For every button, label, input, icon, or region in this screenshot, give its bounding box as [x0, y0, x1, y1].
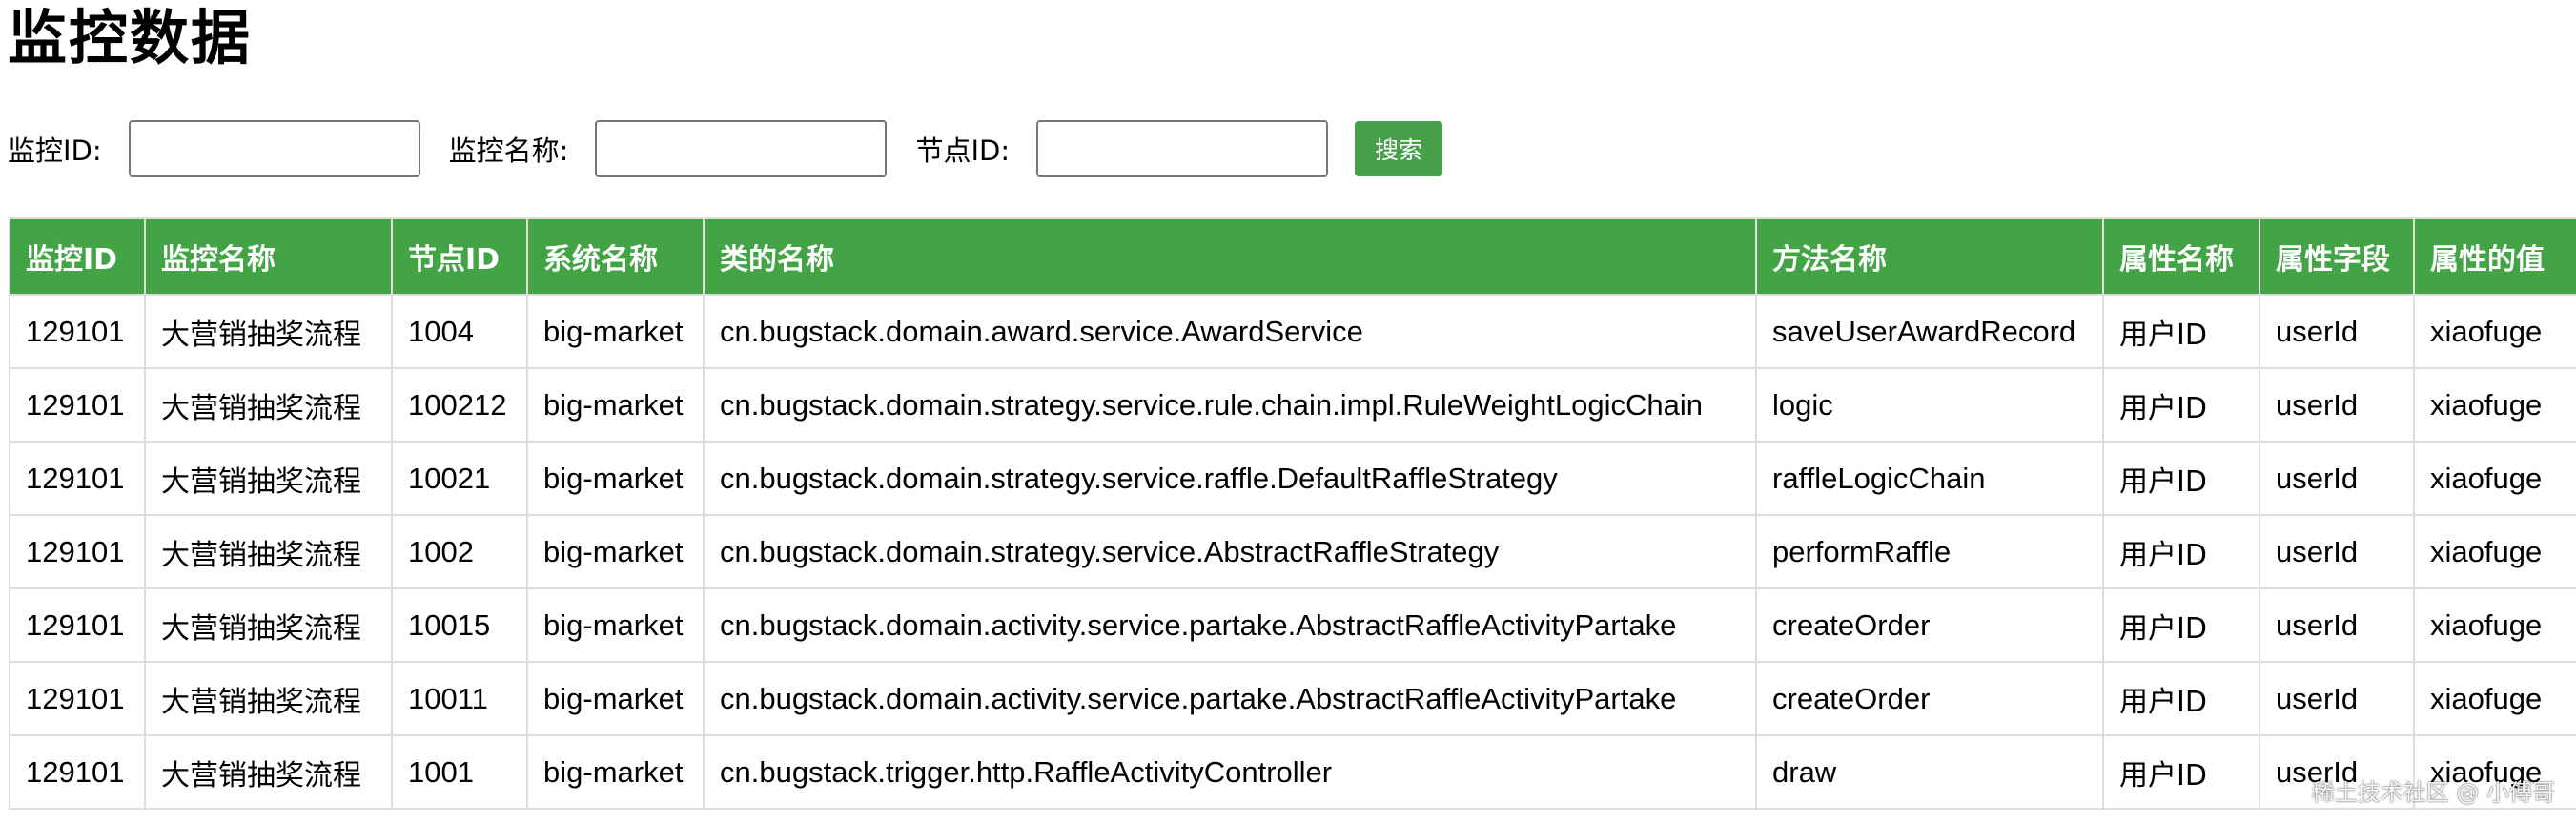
cell-monitor-id: 129101	[9, 514, 146, 589]
cell-system-name: big-market	[526, 367, 705, 443]
cell-class-name: cn.bugstack.domain.activity.service.part…	[703, 587, 1757, 663]
cell-attribute-value: xiaofuge	[2413, 294, 2576, 369]
cell-monitor-id: 129101	[9, 661, 146, 736]
cell-attribute-name: 用户ID	[2102, 367, 2260, 443]
page-title: 监控数据	[8, 3, 253, 72]
cell-node-id: 10015	[391, 587, 528, 663]
cell-monitor-name: 大营销抽奖流程	[144, 661, 393, 736]
cell-system-name: big-market	[526, 661, 705, 736]
cell-node-id: 1004	[391, 294, 528, 369]
node-id-input[interactable]	[1036, 120, 1329, 177]
cell-attribute-value: xiaofuge	[2413, 661, 2576, 736]
monitor-name-input[interactable]	[595, 120, 888, 177]
table-row: 129101 大营销抽奖流程 1002 big-market cn.bugsta…	[9, 514, 2576, 589]
cell-monitor-name: 大营销抽奖流程	[144, 294, 393, 369]
node-id-label: 节点ID:	[915, 134, 1011, 167]
column-header-system-name: 系统名称	[526, 217, 705, 296]
cell-monitor-name: 大营销抽奖流程	[144, 441, 393, 516]
search-button[interactable]: 搜索	[1355, 121, 1443, 176]
cell-attribute-name: 用户ID	[2102, 441, 2260, 516]
monitor-id-label: 监控ID:	[8, 134, 102, 167]
cell-node-id: 100212	[391, 367, 528, 443]
cell-system-name: big-market	[526, 587, 705, 663]
cell-attribute-name: 用户ID	[2102, 294, 2260, 369]
cell-monitor-id: 129101	[9, 367, 146, 443]
cell-attribute-name: 用户ID	[2102, 514, 2260, 589]
cell-node-id: 1001	[391, 734, 528, 810]
cell-method-name: logic	[1755, 367, 2104, 443]
cell-method-name: performRaffle	[1755, 514, 2104, 589]
cell-node-id: 10021	[391, 441, 528, 516]
cell-class-name: cn.bugstack.domain.award.service.AwardSe…	[703, 294, 1757, 369]
watermark: 稀土技术社区 @ 小傅哥	[2311, 779, 2555, 806]
cell-node-id: 10011	[391, 661, 528, 736]
monitor-id-input[interactable]	[128, 120, 420, 177]
cell-monitor-id: 129101	[9, 294, 146, 369]
table-row: 129101 大营销抽奖流程 10021 big-market cn.bugst…	[9, 441, 2576, 516]
column-header-attribute-name: 属性名称	[2102, 217, 2260, 296]
cell-class-name: cn.bugstack.domain.activity.service.part…	[703, 661, 1757, 736]
cell-method-name: saveUserAwardRecord	[1755, 294, 2104, 369]
cell-monitor-id: 129101	[9, 587, 146, 663]
monitor-name-label: 监控名称:	[448, 134, 569, 167]
cell-monitor-name: 大营销抽奖流程	[144, 514, 393, 589]
cell-monitor-name: 大营销抽奖流程	[144, 367, 393, 443]
cell-attribute-name: 用户ID	[2102, 587, 2260, 663]
monitor-data-table: 监控ID 监控名称 节点ID 系统名称 类的名称 方法名称 属性名称 属性字段 …	[9, 217, 2576, 810]
table-row: 129101 大营销抽奖流程 10015 big-market cn.bugst…	[9, 587, 2576, 663]
cell-class-name: cn.bugstack.domain.strategy.service.rule…	[703, 367, 1757, 443]
cell-attribute-value: xiaofuge	[2413, 514, 2576, 589]
cell-attribute-value: xiaofuge	[2413, 367, 2576, 443]
table-header-row: 监控ID 监控名称 节点ID 系统名称 类的名称 方法名称 属性名称 属性字段 …	[9, 217, 2576, 296]
cell-attribute-value: xiaofuge	[2413, 587, 2576, 663]
cell-class-name: cn.bugstack.domain.strategy.service.raff…	[703, 441, 1757, 516]
cell-class-name: cn.bugstack.trigger.http.RaffleActivityC…	[703, 734, 1757, 810]
cell-monitor-name: 大营销抽奖流程	[144, 587, 393, 663]
cell-monitor-id: 129101	[9, 441, 146, 516]
search-bar: 监控ID: 监控名称: 节点ID: 搜索	[8, 120, 1443, 177]
cell-method-name: createOrder	[1755, 661, 2104, 736]
cell-method-name: raffleLogicChain	[1755, 441, 2104, 516]
column-header-method-name: 方法名称	[1755, 217, 2104, 296]
cell-attribute-field: userId	[2259, 294, 2415, 369]
cell-attribute-field: userId	[2259, 661, 2415, 736]
cell-attribute-field: userId	[2259, 514, 2415, 589]
cell-attribute-field: userId	[2259, 587, 2415, 663]
table-row: 129101 大营销抽奖流程 1001 big-market cn.bugsta…	[9, 734, 2576, 810]
cell-attribute-name: 用户ID	[2102, 734, 2260, 810]
column-header-class-name: 类的名称	[703, 217, 1757, 296]
column-header-monitor-id: 监控ID	[9, 217, 146, 296]
table-row: 129101 大营销抽奖流程 100212 big-market cn.bugs…	[9, 367, 2576, 443]
column-header-attribute-field: 属性字段	[2259, 217, 2415, 296]
cell-attribute-field: userId	[2259, 441, 2415, 516]
cell-method-name: createOrder	[1755, 587, 2104, 663]
cell-system-name: big-market	[526, 294, 705, 369]
cell-monitor-id: 129101	[9, 734, 146, 810]
cell-system-name: big-market	[526, 514, 705, 589]
cell-attribute-field: userId	[2259, 367, 2415, 443]
cell-attribute-value: xiaofuge	[2413, 441, 2576, 516]
cell-class-name: cn.bugstack.domain.strategy.service.Abst…	[703, 514, 1757, 589]
cell-system-name: big-market	[526, 441, 705, 516]
table-row: 129101 大营销抽奖流程 1004 big-market cn.bugsta…	[9, 294, 2576, 369]
cell-method-name: draw	[1755, 734, 2104, 810]
table-row: 129101 大营销抽奖流程 10011 big-market cn.bugst…	[9, 661, 2576, 736]
column-header-monitor-name: 监控名称	[144, 217, 393, 296]
cell-system-name: big-market	[526, 734, 705, 810]
cell-node-id: 1002	[391, 514, 528, 589]
cell-monitor-name: 大营销抽奖流程	[144, 734, 393, 810]
cell-attribute-name: 用户ID	[2102, 661, 2260, 736]
column-header-attribute-value: 属性的值	[2413, 217, 2576, 296]
column-header-node-id: 节点ID	[391, 217, 528, 296]
